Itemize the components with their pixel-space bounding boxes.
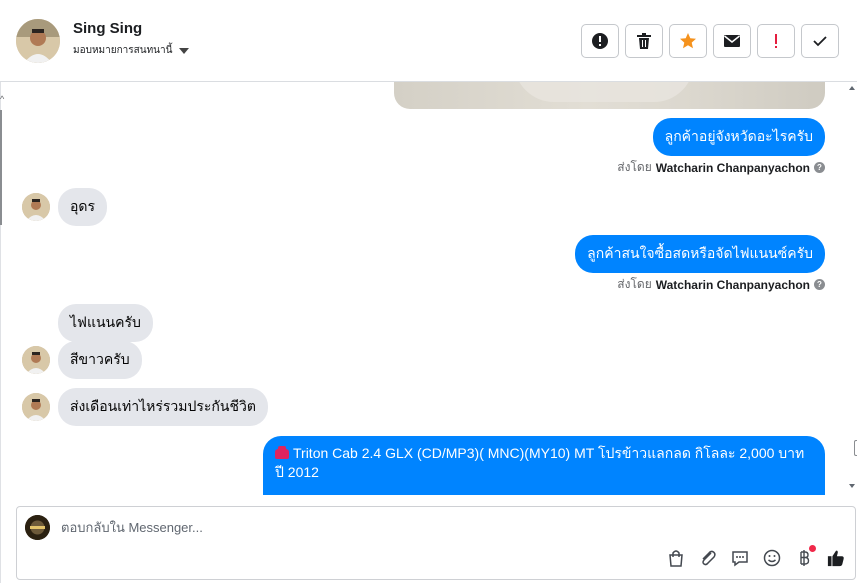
trash-icon	[637, 33, 651, 49]
message-bubble-incoming[interactable]: อุดร	[58, 188, 108, 226]
message-bubble-outgoing[interactable]: ลูกค้าสนใจซื้อสดหรือจัดไฟแนนซ์ครับ	[575, 235, 825, 273]
page-avatar	[25, 515, 50, 540]
baht-icon[interactable]	[795, 545, 816, 567]
car-icon	[275, 446, 289, 459]
envelope-icon	[724, 35, 740, 47]
delete-button[interactable]	[625, 24, 663, 58]
message-bubble-incoming[interactable]: ส่งเดือนเท่าไหร่รวมประกันชีวิต	[58, 388, 268, 426]
message-bubble-incoming[interactable]: สีขาวครับ	[58, 341, 142, 379]
sent-by-prefix: ส่งโดย	[617, 277, 652, 291]
contact-avatar-small[interactable]	[22, 346, 50, 374]
composer-actions	[667, 545, 845, 567]
notification-dot	[809, 545, 816, 552]
message-bubble-outgoing[interactable]: ลูกค้าอยู่จังหวัดอะไรครับ	[652, 118, 825, 156]
question-icon[interactable]: ?	[814, 162, 825, 173]
emoji-icon[interactable]	[763, 549, 781, 567]
sent-by-author[interactable]: Watcharin Chanpanyachon	[656, 278, 810, 292]
contact-avatar-small[interactable]	[22, 393, 50, 421]
caret-down-icon	[179, 47, 190, 54]
product-message-bubble[interactable]: Triton Cab 2.4 GLX (CD/MP3)( MNC)(MY10) …	[263, 436, 825, 495]
saved-reply-icon[interactable]	[731, 549, 749, 567]
exclamation-icon	[775, 34, 777, 48]
reply-composer	[16, 506, 856, 580]
conversation-toolbar	[581, 24, 839, 58]
product-message-text: Triton Cab 2.4 GLX (CD/MP3)( MNC)(MY10) …	[275, 445, 805, 480]
contact-avatar-small[interactable]	[22, 193, 50, 221]
sent-by-label: ส่งโดย Watcharin Chanpanyachon ?	[617, 275, 825, 294]
paperclip-icon[interactable]	[699, 549, 717, 567]
message-bubble-incoming[interactable]: ไฟแนนครับ	[58, 304, 153, 342]
checkmark-icon	[813, 36, 827, 47]
reply-input[interactable]	[61, 520, 641, 535]
sent-by-label: ส่งโดย Watcharin Chanpanyachon ?	[617, 158, 825, 177]
star-icon	[680, 33, 696, 49]
alert-circle-icon	[592, 33, 608, 49]
contact-avatar[interactable]	[16, 19, 60, 63]
message-list[interactable]: ลูกค้าอยู่จังหวัดอะไรครับ ส่งโดย Watchar…	[0, 82, 857, 495]
sent-by-prefix: ส่งโดย	[617, 160, 652, 174]
mark-done-button[interactable]	[801, 24, 839, 58]
shopping-bag-icon[interactable]	[667, 549, 685, 567]
thumbs-up-icon[interactable]	[827, 549, 845, 567]
question-icon[interactable]: ?	[814, 279, 825, 290]
mark-unread-button[interactable]	[713, 24, 751, 58]
star-button[interactable]	[669, 24, 707, 58]
conversation-header: Sing Sing มอบหมายการสนทนานี้	[0, 0, 857, 82]
contact-name[interactable]: Sing Sing	[73, 20, 142, 37]
sent-by-author[interactable]: Watcharin Chanpanyachon	[656, 161, 810, 175]
mark-spam-button[interactable]	[581, 24, 619, 58]
assign-conversation-dropdown[interactable]: มอบหมายการสนทนานี้	[73, 43, 190, 58]
image-attachment[interactable]	[394, 82, 825, 109]
assign-label: มอบหมายการสนทนานี้	[73, 45, 173, 56]
follow-up-button[interactable]	[757, 24, 795, 58]
